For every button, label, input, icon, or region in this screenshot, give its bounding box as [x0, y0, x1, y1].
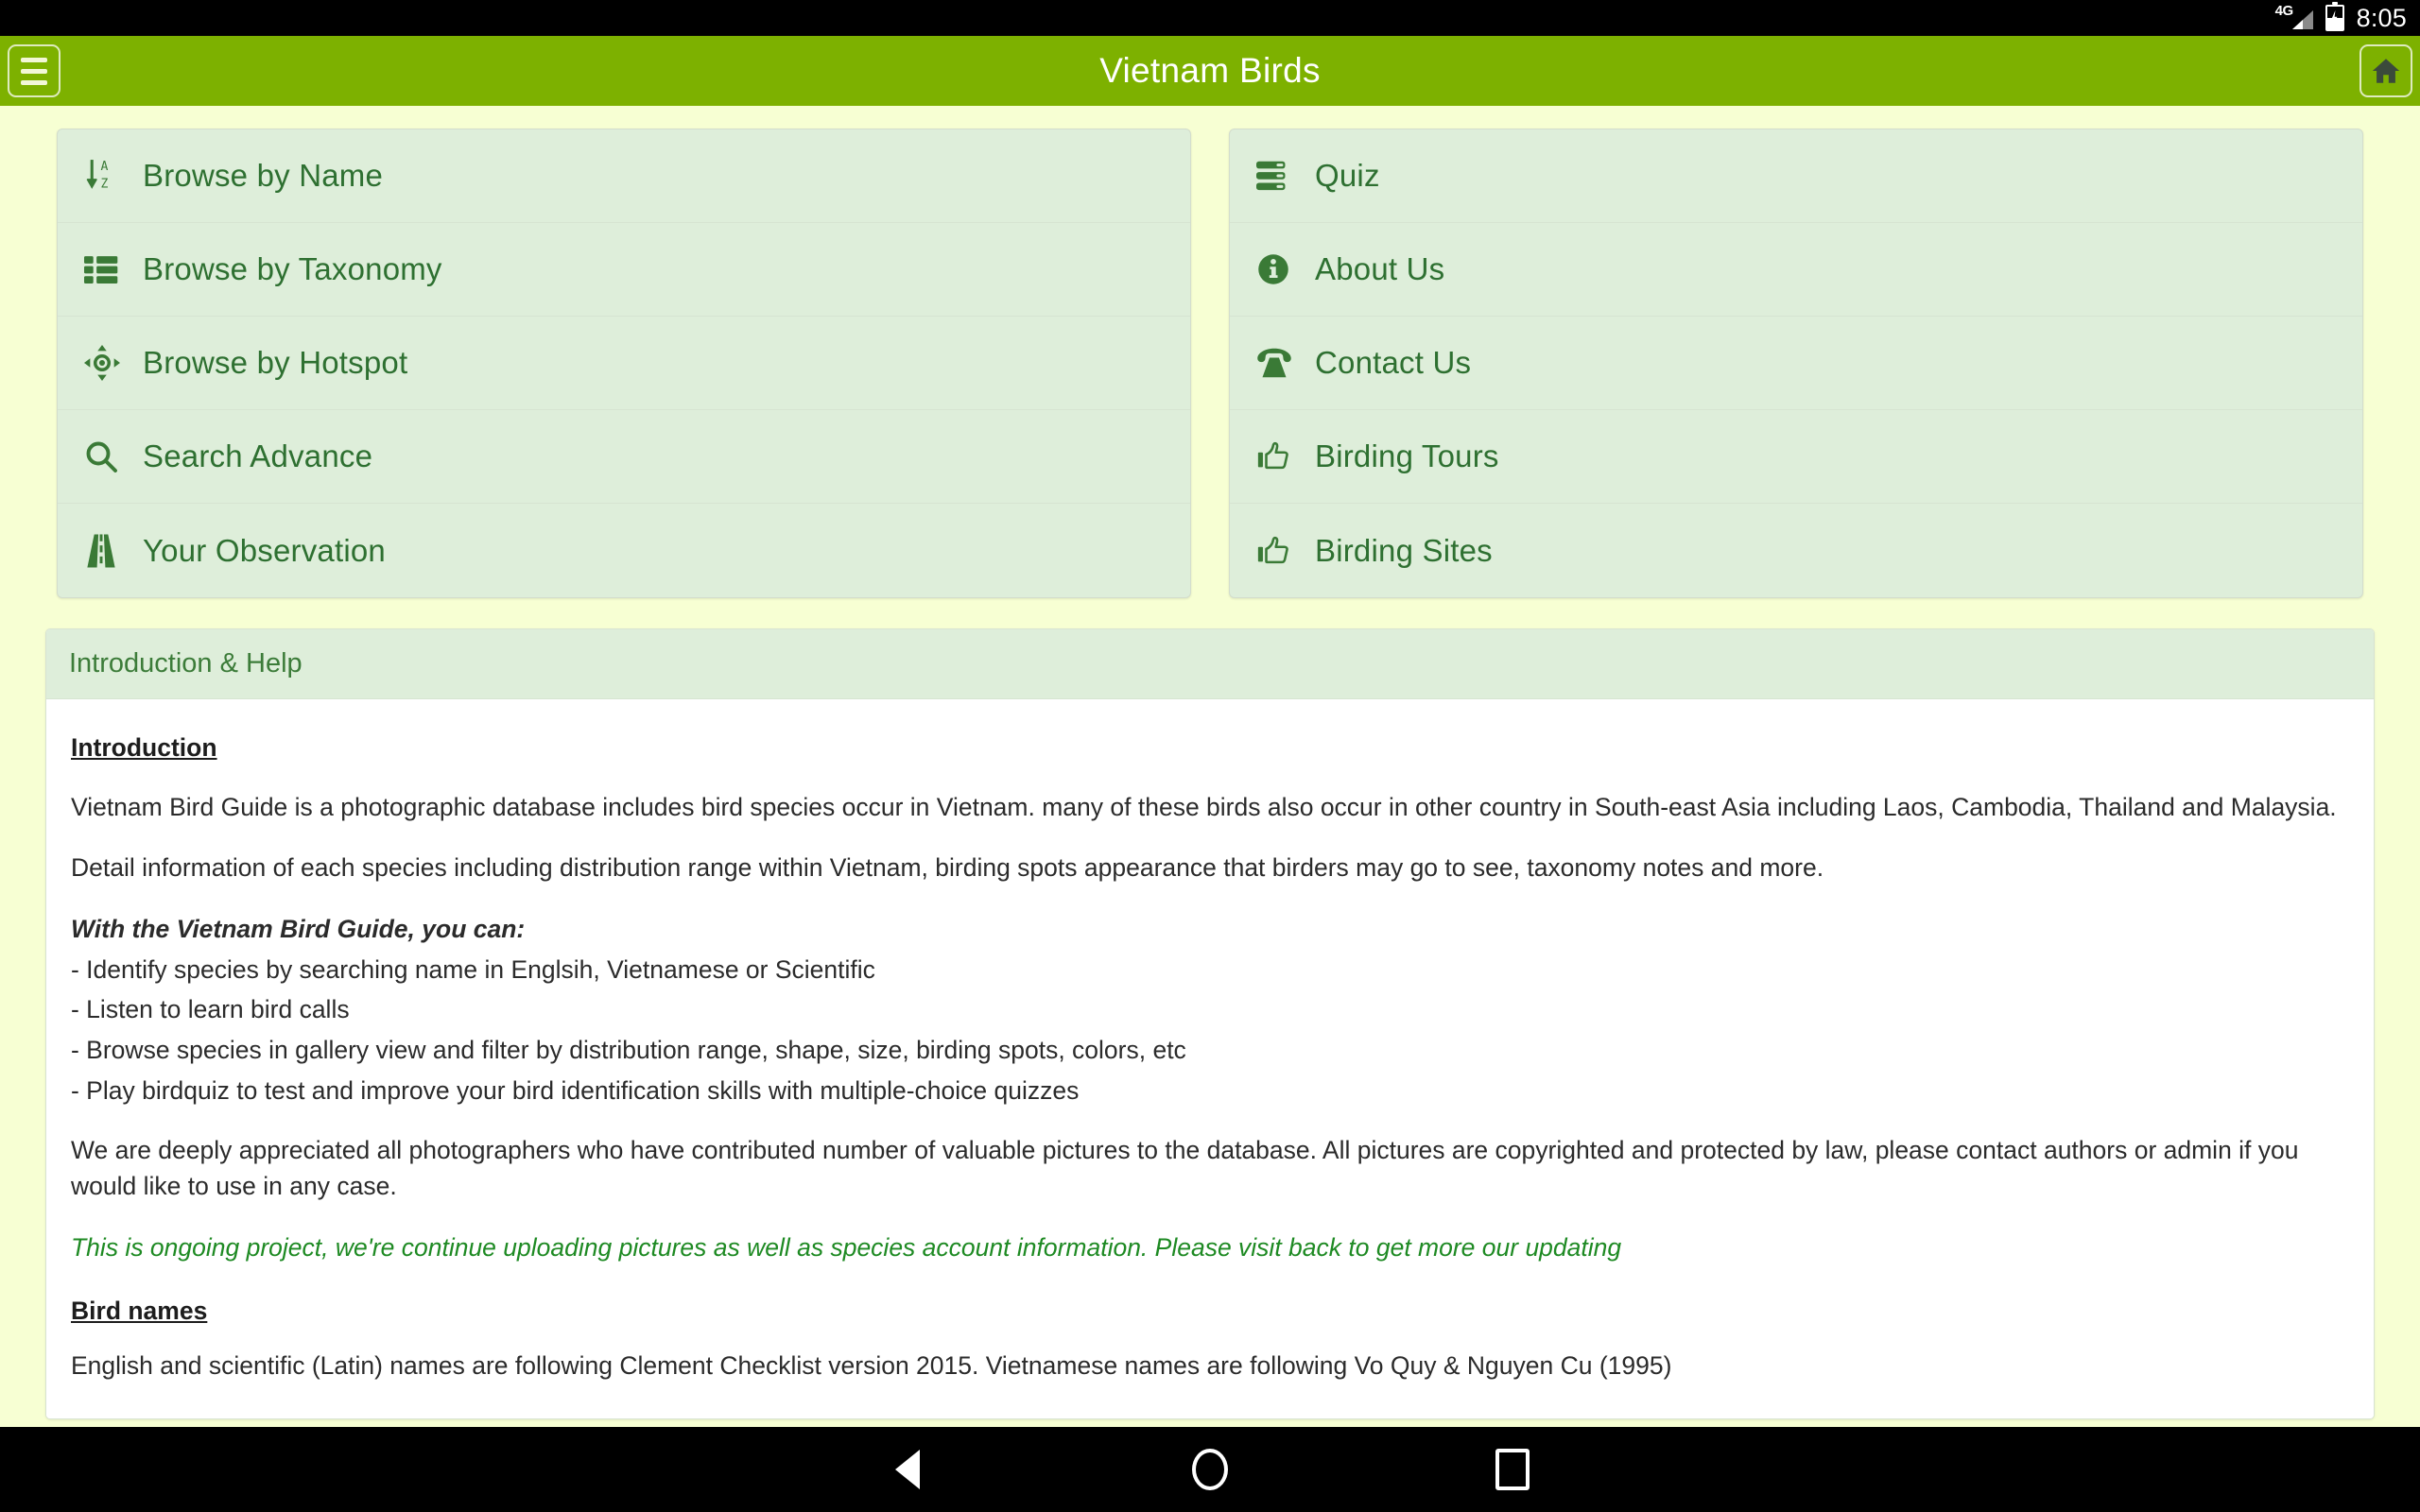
- intro-paragraph-3: We are deeply appreciated all photograph…: [71, 1135, 2299, 1201]
- sort-alpha-down-icon: A Z: [84, 157, 143, 195]
- introduction-heading: Introduction: [71, 733, 217, 762]
- thumbs-up-icon: [1256, 535, 1315, 567]
- menu-item-quiz[interactable]: Quiz: [1230, 129, 2362, 223]
- capability-item: - Listen to learn bird calls: [71, 995, 350, 1024]
- server-icon: [1256, 161, 1315, 191]
- home-button[interactable]: [2360, 44, 2412, 97]
- menu-item-label: Browse by Name: [143, 158, 384, 193]
- nav-home-icon: [1192, 1449, 1228, 1490]
- bird-names-paragraph: English and scientific (Latin) names are…: [71, 1351, 1672, 1381]
- svg-text:A: A: [100, 160, 108, 174]
- thumbs-up-icon: [1256, 440, 1315, 472]
- page-content: A Z Browse by Name Browse by Taxonomy Br…: [0, 106, 2420, 1427]
- menu-item-browse-by-name[interactable]: A Z Browse by Name: [58, 129, 1190, 223]
- menu-item-search-advance[interactable]: Search Advance: [58, 410, 1190, 504]
- menu-item-label: Your Observation: [143, 532, 386, 568]
- home-icon: [2372, 59, 2400, 83]
- menu-grid: A Z Browse by Name Browse by Taxonomy Br…: [0, 106, 2420, 598]
- menu-item-label: About Us: [1315, 251, 1445, 286]
- status-bar-right-group: 4G 8:05: [2274, 2, 2407, 32]
- android-status-bar: 4G 8:05: [0, 0, 2420, 36]
- menu-item-label: Birding Sites: [1315, 532, 1493, 568]
- app-bar: Vietnam Birds: [0, 36, 2420, 106]
- menu-item-about-us[interactable]: About Us: [1230, 223, 2362, 317]
- menu-item-contact-us[interactable]: Contact Us: [1230, 317, 2362, 410]
- list-ul-icon: [84, 253, 143, 285]
- network-type-label: 4G: [2274, 3, 2294, 19]
- search-icon: [84, 439, 143, 473]
- page-title: Vietnam Birds: [1099, 51, 1321, 90]
- capability-item: - Identify species by searching name in …: [71, 954, 875, 984]
- info-circle-icon: [1256, 252, 1315, 286]
- menu-card-right: Quiz About Us Contact Us Birding Tours B…: [1229, 129, 2363, 598]
- battery-charging-icon: [2325, 2, 2344, 31]
- ongoing-project-note: This is ongoing project, we're continue …: [71, 1232, 1622, 1262]
- menu-item-your-observation[interactable]: Your Observation: [58, 504, 1190, 597]
- bird-names-heading: Bird names: [71, 1296, 208, 1325]
- nav-recent-icon: [1495, 1449, 1530, 1490]
- phone-icon: [1256, 348, 1315, 378]
- menu-item-browse-by-taxonomy[interactable]: Browse by Taxonomy: [58, 223, 1190, 317]
- menu-item-birding-tours[interactable]: Birding Tours: [1230, 410, 2362, 504]
- nav-back-button[interactable]: [874, 1436, 941, 1503]
- signal-triangle-fill: [2291, 20, 2303, 29]
- nav-home-button[interactable]: [1177, 1436, 1243, 1503]
- hamburger-bar: [21, 57, 47, 62]
- introduction-help-panel: Introduction & Help Introduction Vietnam…: [45, 628, 2375, 1419]
- menu-card-left: A Z Browse by Name Browse by Taxonomy Br…: [57, 129, 1191, 598]
- capabilities-heading: With the Vietnam Bird Guide, you can:: [71, 915, 526, 944]
- capability-item: - Browse species in gallery view and fil…: [71, 1036, 1186, 1065]
- signal-bars-icon: 4G: [2274, 3, 2313, 31]
- crosshairs-icon: [84, 345, 143, 381]
- nav-back-icon: [895, 1450, 920, 1489]
- menu-item-label: Quiz: [1315, 158, 1380, 193]
- svg-text:Z: Z: [100, 177, 108, 191]
- intro-paragraph-2: Detail information of each species inclu…: [71, 853, 1824, 883]
- hamburger-menu-icon[interactable]: [8, 44, 60, 97]
- app-root: 4G 8:05 Vietnam Birds A Z Browse by Name…: [0, 0, 2420, 1512]
- hamburger-bar: [21, 79, 47, 85]
- menu-item-label: Birding Tours: [1315, 438, 1499, 473]
- status-bar-clock: 8:05: [2356, 3, 2407, 32]
- menu-item-label: Browse by Taxonomy: [143, 251, 442, 286]
- nav-recent-button[interactable]: [1479, 1436, 1546, 1503]
- menu-item-birding-sites[interactable]: Birding Sites: [1230, 504, 2362, 597]
- android-nav-bar: [0, 1427, 2420, 1512]
- capability-item: - Play birdquiz to test and improve your…: [71, 1075, 1080, 1105]
- menu-item-label: Contact Us: [1315, 345, 1472, 380]
- menu-item-label: Search Advance: [143, 438, 373, 473]
- road-icon: [84, 533, 143, 569]
- hamburger-bar: [21, 68, 47, 74]
- panel-header: Introduction & Help: [46, 629, 2374, 699]
- menu-item-label: Browse by Hotspot: [143, 345, 408, 380]
- menu-item-browse-by-hotspot[interactable]: Browse by Hotspot: [58, 317, 1190, 410]
- panel-body: Introduction Vietnam Bird Guide is a pho…: [46, 699, 2374, 1418]
- intro-paragraph-1: Vietnam Bird Guide is a photographic dat…: [71, 792, 2337, 821]
